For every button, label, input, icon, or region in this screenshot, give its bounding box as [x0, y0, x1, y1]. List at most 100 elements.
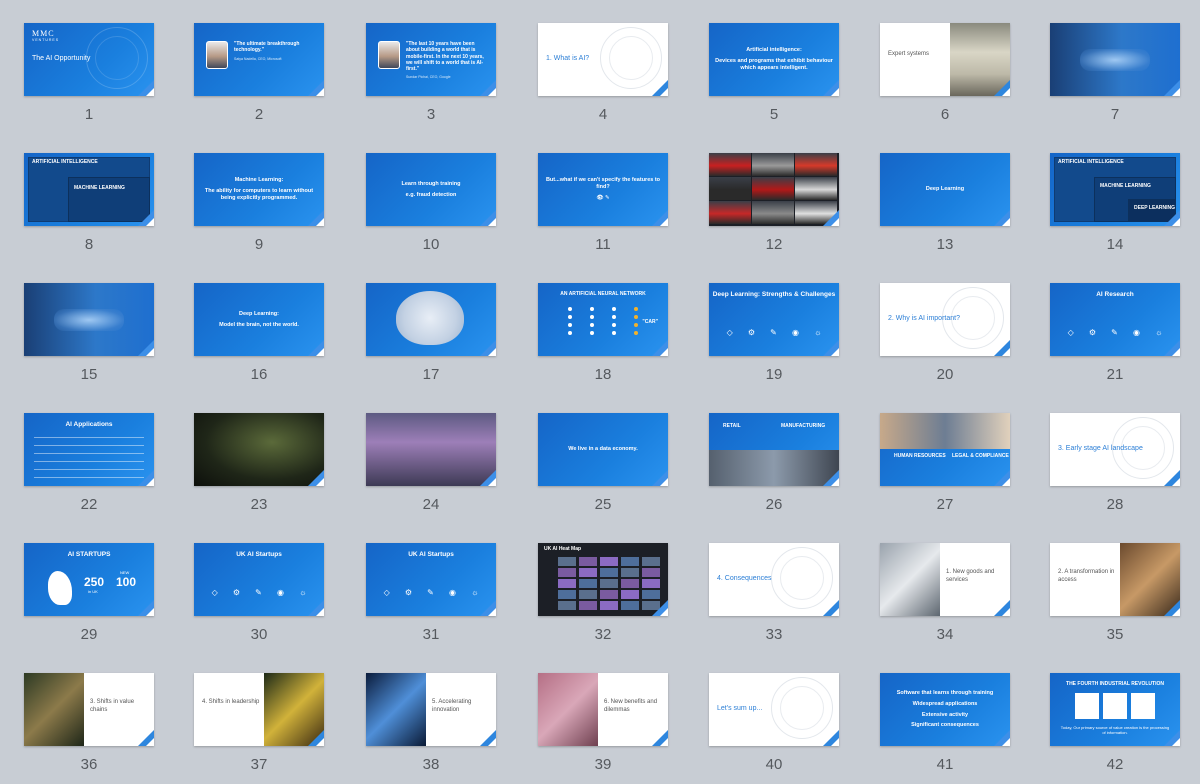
slide-thumbnail[interactable]: 24 [366, 413, 496, 513]
slide-thumbnail[interactable]: THE FOURTH INDUSTRIAL REVOLUTION Today, O… [1050, 673, 1180, 773]
slide-preview[interactable]: 2. A transformation in access [1050, 543, 1180, 616]
network-node [568, 315, 572, 319]
slide-thumbnail[interactable]: 2. Why is AI important? 20 [880, 283, 1010, 383]
slide-number: 21 [1106, 366, 1124, 383]
slide-preview[interactable]: Deep Learning [880, 153, 1010, 226]
slide-thumbnail[interactable]: UK AI Startups ◇ ⚙ ✎ ◉ ☼ 31 [366, 543, 496, 643]
slide-thumbnail[interactable]: 17 [366, 283, 496, 383]
slide-preview[interactable]: 1. What is AI? [538, 23, 668, 96]
slide-thumbnail[interactable]: MMC VENTURES The AI Opportunity 1 [24, 23, 154, 123]
slide-preview[interactable]: 4. Consequences [709, 543, 839, 616]
slide-thumbnail[interactable]: ARTIFICIAL INTELLIGENCE MACHINE LEARNING D… [1050, 153, 1180, 253]
slide-preview[interactable]: "The last 10 years have been about build… [366, 23, 496, 96]
slide-number: 33 [765, 626, 783, 643]
slide-thumbnail[interactable]: "The ultimate breakthrough technology." S… [194, 23, 324, 123]
slide-thumbnail[interactable]: Let's sum up... 40 [709, 673, 839, 773]
slide-thumbnail[interactable]: Deep Learning 13 [880, 153, 1010, 253]
slide-preview[interactable]: 1. New goods and services [880, 543, 1010, 616]
slide-thumbnail[interactable]: 7 [1050, 23, 1180, 123]
car-photo [752, 177, 794, 200]
slide-preview[interactable]: Deep Learning: Strengths & Challenges ◇ ⚙ ✎… [709, 283, 839, 356]
slide-thumbnail[interactable]: UK AI Heat Map 32 [538, 543, 668, 643]
slide-preview[interactable] [366, 413, 496, 486]
slide-thumbnail[interactable]: We live in a data economy. 25 [538, 413, 668, 513]
slide-preview[interactable]: UK AI Heat Map [538, 543, 668, 616]
slide-thumbnail[interactable]: AI Applications 22 [24, 413, 154, 513]
slide-preview[interactable]: AN ARTIFICIAL NEURAL NETWORK "CAR" [538, 283, 668, 356]
slide-thumbnail[interactable]: 1. What is AI? 4 [538, 23, 668, 123]
summary-line: Software that learns through training [896, 689, 994, 696]
slide-preview[interactable]: Machine Learning: The ability for compute… [194, 153, 324, 226]
slide-preview[interactable]: 4. Shifts in leadership [194, 673, 324, 746]
slide-preview[interactable]: MMC VENTURES The AI Opportunity [24, 23, 154, 96]
slide-thumbnail[interactable]: But...what if we can't specify the featu… [538, 153, 668, 253]
slide-preview[interactable]: ARTIFICIAL INTELLIGENCE MACHINE LEARNING D… [1050, 153, 1180, 226]
slide-preview[interactable]: But...what if we can't specify the featu… [538, 153, 668, 226]
slide-thumbnail[interactable]: HUMAN RESOURCES LEGAL & COMPLIANCE 27 [880, 413, 1010, 513]
slide-number: 15 [80, 366, 98, 383]
slide-thumbnail[interactable]: Machine Learning: The ability for compute… [194, 153, 324, 253]
slide-preview[interactable]: Software that learns through training Wid… [880, 673, 1010, 746]
slide-thumbnail[interactable]: UK AI Startups ◇ ⚙ ✎ ◉ ☼ 30 [194, 543, 324, 643]
slide-preview[interactable]: THE FOURTH INDUSTRIAL REVOLUTION Today, O… [1050, 673, 1180, 746]
slide-thumbnail[interactable]: 3. Shifts in value chains 36 [24, 673, 154, 773]
slide-thumbnail[interactable]: 1. New goods and services 34 [880, 543, 1010, 643]
workplace-photo [709, 450, 839, 486]
page-curl-corner [480, 210, 496, 226]
slide-thumbnail[interactable]: 12 [709, 153, 839, 253]
slide-preview[interactable]: "The ultimate breakthrough technology." S… [194, 23, 324, 96]
slide-thumbnail[interactable]: 4. Consequences 33 [709, 543, 839, 643]
slide-preview[interactable]: Learn through training e.g. fraud detecti… [366, 153, 496, 226]
slide-preview[interactable] [1050, 23, 1180, 96]
slide-preview[interactable]: AI Research ◇ ⚙ ✎ ◉ ☼ [1050, 283, 1180, 356]
slide-preview[interactable]: 6. New benefits and dilemmas [538, 673, 668, 746]
slide-thumbnail[interactable]: 4. Shifts in leadership 37 [194, 673, 324, 773]
slide-preview[interactable] [194, 413, 324, 486]
slide-preview[interactable]: Expert systems [880, 23, 1010, 96]
slide-preview[interactable] [366, 283, 496, 356]
feature-icon: ◇ [211, 588, 218, 597]
slide-thumbnail[interactable]: AN ARTIFICIAL NEURAL NETWORK "CAR" 18 [538, 283, 668, 383]
slide-thumbnail[interactable]: ARTIFICIAL INTELLIGENCE MACHINE LEARNING 8 [24, 153, 154, 253]
slide-number: 8 [84, 236, 94, 253]
slide-preview[interactable]: RETAIL MANUFACTURING [709, 413, 839, 486]
slide-thumbnail[interactable]: Deep Learning: Model the brain, not the w… [194, 283, 324, 383]
slide-thumbnail[interactable]: 2. A transformation in access 35 [1050, 543, 1180, 643]
slide-thumbnail[interactable]: 23 [194, 413, 324, 513]
slide-preview[interactable]: We live in a data economy. [538, 413, 668, 486]
slide-preview[interactable]: UK AI Startups ◇ ⚙ ✎ ◉ ☼ [366, 543, 496, 616]
slide-title: We live in a data economy. [568, 446, 638, 453]
network-node [612, 315, 616, 319]
slide-thumbnail[interactable]: Deep Learning: Strengths & Challenges ◇ ⚙ ✎… [709, 283, 839, 383]
slide-thumbnail[interactable]: "The last 10 years have been about build… [366, 23, 496, 123]
slide-thumbnail[interactable]: 6. New benefits and dilemmas 39 [538, 673, 668, 773]
slide-preview[interactable]: 2. Why is AI important? [880, 283, 1010, 356]
slide-thumbnail[interactable]: 5. Accelerating innovation 38 [366, 673, 496, 773]
slide-preview[interactable] [24, 283, 154, 356]
slide-number: 1 [84, 106, 94, 123]
slide-thumbnail[interactable]: Software that learns through training Wid… [880, 673, 1010, 773]
slide-thumbnail[interactable]: 15 [24, 283, 154, 383]
slide-preview[interactable]: 3. Early stage AI landscape [1050, 413, 1180, 486]
slide-thumbnail[interactable]: Expert systems 6 [880, 23, 1010, 123]
slide-preview[interactable]: Let's sum up... [709, 673, 839, 746]
slide-thumbnail[interactable]: Learn through training e.g. fraud detecti… [366, 153, 496, 253]
slide-thumbnail[interactable]: RETAIL MANUFACTURING 26 [709, 413, 839, 513]
slide-preview[interactable]: Deep Learning: Model the brain, not the w… [194, 283, 324, 356]
slide-preview[interactable]: HUMAN RESOURCES LEGAL & COMPLIANCE [880, 413, 1010, 486]
page-curl-corner [138, 340, 154, 356]
slide-thumbnail[interactable]: AI Research ◇ ⚙ ✎ ◉ ☼ 21 [1050, 283, 1180, 383]
slide-preview[interactable] [709, 153, 839, 226]
slide-thumbnail[interactable]: AI STARTUPS 250 in UK 100 NEW 29 [24, 543, 154, 643]
slide-preview[interactable]: Artificial intelligence: Devices and prog… [709, 23, 839, 96]
slide-preview[interactable]: ARTIFICIAL INTELLIGENCE MACHINE LEARNING [24, 153, 154, 226]
slide-preview[interactable]: 3. Shifts in value chains [24, 673, 154, 746]
slide-preview[interactable]: UK AI Startups ◇ ⚙ ✎ ◉ ☼ [194, 543, 324, 616]
slide-preview[interactable]: AI STARTUPS 250 in UK 100 NEW [24, 543, 154, 616]
slide-thumbnail[interactable]: Artificial intelligence: Devices and prog… [709, 23, 839, 123]
stat-value: 100 [116, 575, 137, 589]
slide-thumbnail[interactable]: 3. Early stage AI landscape 28 [1050, 413, 1180, 513]
slide-preview[interactable]: AI Applications [24, 413, 154, 486]
slide-preview[interactable]: 5. Accelerating innovation [366, 673, 496, 746]
nested-label: ARTIFICIAL INTELLIGENCE [1058, 159, 1124, 165]
